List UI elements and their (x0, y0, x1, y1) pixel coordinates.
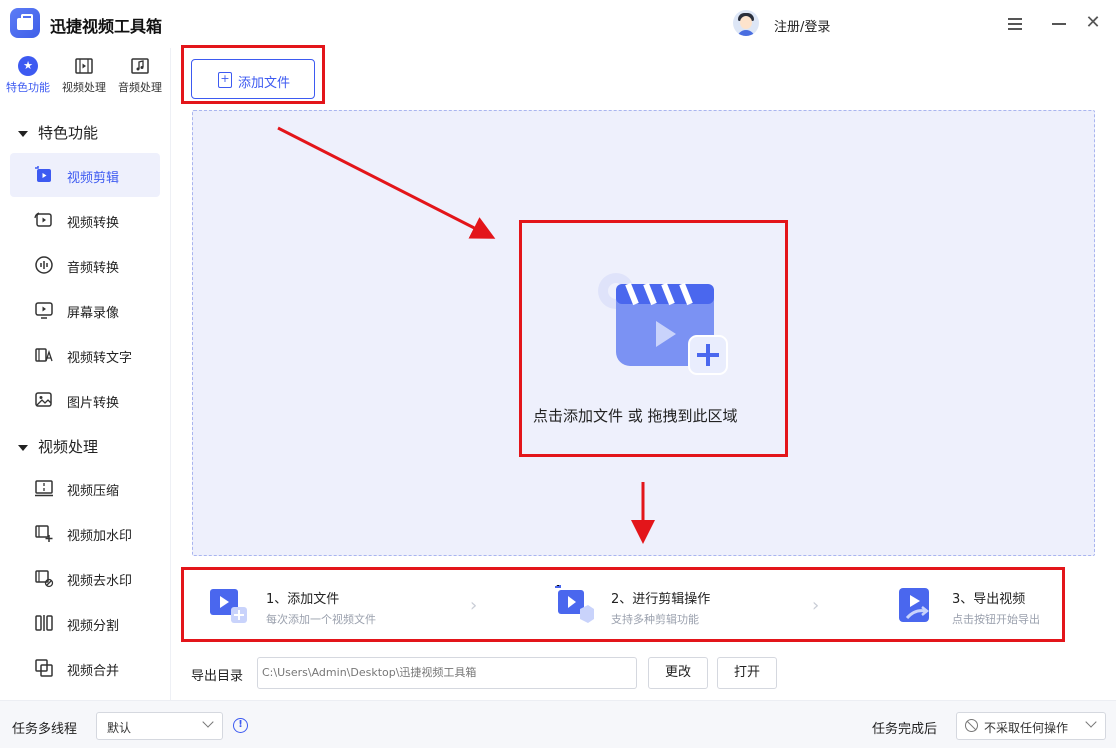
login-link[interactable]: 注册/登录 (774, 16, 830, 35)
open-dir-button[interactable]: 打开 (717, 657, 777, 689)
app-logo-icon (10, 8, 40, 38)
section-header-featured[interactable]: 特色功能 (18, 122, 98, 143)
image-convert-icon (35, 392, 52, 407)
section-title: 视频处理 (38, 438, 99, 456)
change-dir-button[interactable]: 更改 (648, 657, 708, 689)
step-desc: 每次添加一个视频文件 (266, 613, 376, 626)
sidebar: ★ 特色功能 视频处理 音频处理 特色功能 视频剪辑 视频转换 音频转换 屏幕录… (0, 48, 171, 700)
user-avatar[interactable] (733, 10, 759, 36)
tab-audio-processing[interactable]: 音频处理 (112, 56, 168, 95)
video-to-text-icon (35, 348, 53, 362)
close-icon[interactable]: ✕ (1081, 12, 1105, 36)
sidebar-item-audio-convert[interactable]: 音频转换 (10, 243, 160, 287)
sidebar-item-label: 视频剪辑 (67, 171, 120, 186)
export-video-step-icon (899, 588, 930, 622)
music-icon (131, 58, 149, 74)
chevron-down-icon (202, 716, 214, 728)
video-split-icon (35, 615, 53, 631)
sidebar-item-label: 视频合并 (67, 664, 120, 679)
tab-video-processing[interactable]: 视频处理 (56, 56, 112, 95)
step-export: 3、导出视频 点击按钮开始导出 (870, 567, 1116, 641)
sidebar-item-video-split[interactable]: 视频分割 (10, 601, 160, 645)
step-add-file: 1、添加文件 每次添加一个视频文件 (184, 567, 444, 641)
sidebar-item-video-compress[interactable]: 视频压缩 (10, 466, 160, 510)
audio-convert-icon (35, 256, 53, 274)
tab-label: 视频处理 (62, 81, 106, 94)
step-title: 2、进行剪辑操作 (611, 592, 711, 607)
app-window: 迅捷视频工具箱 注册/登录 ✕ ★ 特色功能 视频处理 音频处理 特色功能 视频… (0, 0, 1116, 748)
add-file-icon: + (218, 72, 232, 88)
caret-down-icon (18, 130, 28, 137)
sidebar-item-label: 图片转换 (67, 396, 120, 411)
sidebar-item-label: 视频压缩 (67, 484, 120, 499)
drop-zone[interactable]: 点击添加文件 或 拖拽到此区域 (192, 110, 1095, 556)
category-tabs: ★ 特色功能 视频处理 音频处理 (0, 48, 171, 100)
sidebar-item-video-merge[interactable]: 视频合并 (10, 646, 160, 690)
film-icon (75, 58, 93, 74)
edit-video-step-icon (555, 585, 594, 623)
video-edit-icon (35, 166, 51, 182)
step-title: 3、导出视频 (952, 592, 1026, 607)
drop-zone-text: 点击添加文件 或 拖拽到此区域 (533, 407, 738, 425)
chevron-right-icon: › (812, 595, 820, 616)
add-file-label: 添加文件 (238, 76, 291, 91)
step-desc: 支持多种剪辑功能 (611, 613, 699, 626)
prohibit-icon (965, 719, 978, 732)
step-title: 1、添加文件 (266, 592, 340, 607)
info-icon[interactable]: ! (233, 718, 248, 733)
video-merge-icon (35, 659, 53, 677)
tab-featured[interactable]: ★ 特色功能 (0, 56, 56, 95)
multithread-value: 默认 (107, 721, 132, 735)
sidebar-item-label: 视频转换 (67, 216, 120, 231)
chevron-right-icon: › (470, 595, 478, 616)
sidebar-item-screen-record[interactable]: 屏幕录像 (10, 288, 160, 332)
star-icon: ★ (18, 56, 38, 76)
section-header-video-processing[interactable]: 视频处理 (18, 436, 98, 457)
status-bar: 任务多线程 默认 ! 任务完成后 不采取任何操作 (0, 700, 1116, 748)
chevron-down-icon (1085, 716, 1097, 728)
after-done-select[interactable]: 不采取任何操作 (956, 712, 1106, 740)
add-watermark-icon (35, 525, 53, 542)
sidebar-item-video-to-text[interactable]: 视频转文字 (10, 333, 160, 377)
sidebar-item-video-convert[interactable]: 视频转换 (10, 198, 160, 242)
remove-watermark-icon (35, 570, 54, 588)
video-compress-icon (35, 480, 53, 497)
sidebar-item-add-watermark[interactable]: 视频加水印 (10, 511, 160, 555)
step-desc: 点击按钮开始导出 (952, 613, 1040, 626)
section-title: 特色功能 (38, 124, 99, 142)
steps-bar: 1、添加文件 每次添加一个视频文件 › 2、进行剪辑操作 支持多种剪辑功能 › … (184, 567, 1064, 641)
output-dir-input[interactable]: C:\Users\Admin\Desktop\迅捷视频工具箱 (257, 657, 637, 689)
menu-icon[interactable] (1003, 12, 1027, 36)
sidebar-item-label: 音频转换 (67, 261, 120, 276)
sidebar-item-label: 屏幕录像 (67, 306, 120, 321)
sidebar-item-image-convert[interactable]: 图片转换 (10, 378, 160, 422)
title-bar: 迅捷视频工具箱 注册/登录 ✕ (0, 0, 1116, 48)
app-title: 迅捷视频工具箱 (50, 17, 163, 36)
output-dir-label: 导出目录 (191, 669, 244, 684)
multithread-select[interactable]: 默认 (96, 712, 223, 740)
video-convert-icon (34, 212, 52, 227)
screen-record-icon (35, 302, 53, 319)
sidebar-item-remove-watermark[interactable]: 视频去水印 (10, 556, 160, 600)
sidebar-item-video-edit[interactable]: 视频剪辑 (10, 153, 160, 197)
multithread-label: 任务多线程 (12, 722, 78, 737)
add-file-button[interactable]: + 添加文件 (191, 59, 315, 99)
sidebar-item-label: 视频加水印 (67, 529, 133, 544)
after-done-value: 不采取任何操作 (984, 721, 1069, 735)
tab-label: 特色功能 (6, 81, 50, 94)
add-video-step-icon (210, 589, 247, 623)
caret-down-icon (18, 444, 28, 451)
step-edit: 2、进行剪辑操作 支持多种剪辑功能 (529, 567, 789, 641)
tab-label: 音频处理 (118, 81, 162, 94)
sidebar-item-label: 视频转文字 (67, 351, 133, 366)
main-panel: + 添加文件 点击添加文件 或 拖拽到此区域 1、添加文件 每次添加一个视频文件 (172, 48, 1116, 700)
sidebar-item-label: 视频分割 (67, 619, 120, 634)
minimize-icon[interactable] (1047, 12, 1071, 36)
sidebar-item-label: 视频去水印 (67, 574, 133, 589)
video-clapper-add-icon (598, 273, 728, 375)
after-done-label: 任务完成后 (872, 722, 938, 737)
